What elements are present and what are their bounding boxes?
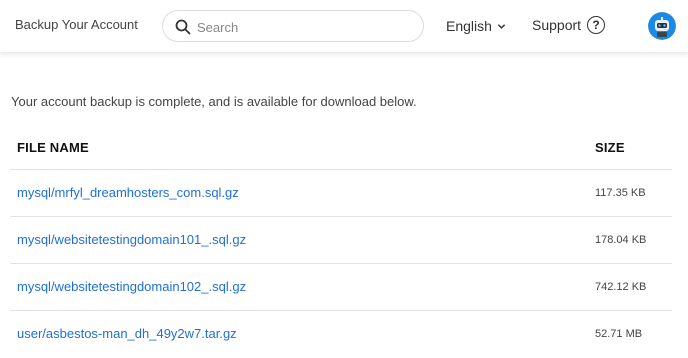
table-row: mysql/mrfyl_dreamhosters_com.sql.gz 117.… — [10, 170, 672, 217]
avatar[interactable] — [648, 12, 676, 40]
file-download-link[interactable]: mysql/mrfyl_dreamhosters_com.sql.gz — [17, 185, 239, 200]
backup-status-message: Your account backup is complete, and is … — [11, 94, 417, 109]
search-icon — [175, 19, 191, 35]
file-size: 117.35 KB — [595, 187, 646, 199]
table-header: FILE NAME SIZE — [10, 124, 672, 170]
file-size: 52.71 MB — [595, 328, 643, 340]
top-header: Backup Your Account English Support ? — [0, 0, 688, 53]
help-icon: ? — [587, 16, 606, 34]
robot-avatar-icon — [648, 12, 676, 40]
table-row: mysql/websitetestingdomain101_.sql.gz 17… — [10, 217, 672, 264]
file-size: 178.04 KB — [595, 234, 647, 246]
support-link[interactable]: Support ? — [532, 16, 606, 34]
file-size: 742.12 KB — [595, 281, 647, 293]
file-download-link[interactable]: mysql/websitetestingdomain101_.sql.gz — [17, 232, 246, 247]
file-download-link[interactable]: mysql/websitetestingdomain102_.sql.gz — [17, 279, 246, 294]
column-header-size: SIZE — [595, 140, 625, 155]
table-row: mysql/websitetestingdomain102_.sql.gz 74… — [10, 264, 672, 311]
backup-files-table: FILE NAME SIZE mysql/mrfyl_dreamhosters_… — [10, 124, 672, 358]
search-box[interactable] — [162, 10, 424, 42]
column-header-file-name: FILE NAME — [17, 140, 89, 155]
table-row: user/asbestos-man_dh_49y2w7.tar.gz 52.71… — [10, 311, 672, 358]
language-label: English — [446, 18, 492, 34]
page-title: Backup Your Account — [15, 17, 138, 32]
support-label: Support — [532, 17, 582, 33]
chevron-down-icon — [497, 23, 506, 29]
search-input[interactable] — [197, 17, 407, 37]
file-download-link[interactable]: user/asbestos-man_dh_49y2w7.tar.gz — [17, 326, 237, 341]
language-selector[interactable]: English — [446, 18, 506, 34]
